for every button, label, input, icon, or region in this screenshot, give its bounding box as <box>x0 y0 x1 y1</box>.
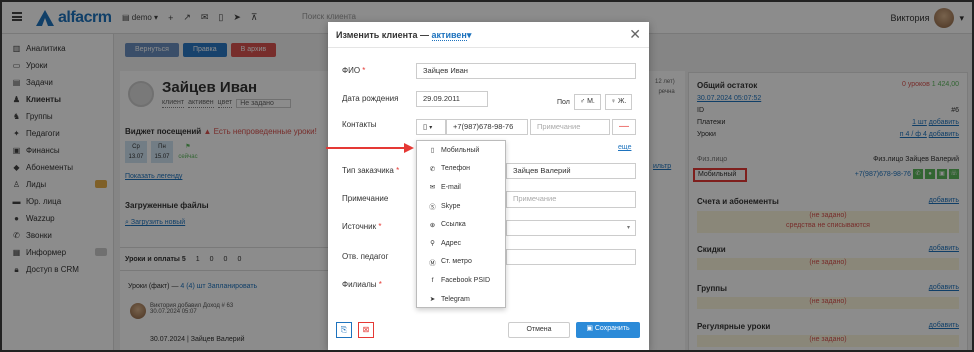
male-icon: ♂︎ <box>579 98 588 105</box>
dropdown-item-label: Ст. метро <box>441 258 472 266</box>
sex-male-button[interactable]: ♂︎ М. <box>573 94 601 110</box>
modal-title-text: Изменить клиента <box>336 30 418 40</box>
dropdown-item-label: Адрес <box>441 239 462 247</box>
mobile-icon: ▯ <box>423 122 428 131</box>
dropdown-item-label: Ссылка <box>441 221 466 229</box>
branches-label-text: Филиалы <box>342 280 377 289</box>
globe-icon: ⊕ <box>429 221 436 229</box>
remove-contact-button[interactable]: — <box>612 119 636 135</box>
chevron-down-icon: ▾ <box>626 225 630 231</box>
dropdown-item-email[interactable]: ✉ E-mail <box>417 178 505 197</box>
sex-label: Пол <box>557 98 570 106</box>
sex-female-button[interactable]: ♀︎ Ж. <box>604 94 633 110</box>
title-dash: — <box>420 30 430 40</box>
fio-input[interactable]: Зайцев Иван <box>416 63 636 79</box>
copy-icon[interactable]: ⎘ <box>336 322 352 338</box>
save-button[interactable]: ▣ Сохранить <box>576 322 640 338</box>
contact-type-dropdown: ▯ Мобильный ✆ Телефон ✉ E-mail Ⓢ Skype ⊕ Ссыл… <box>416 140 506 308</box>
cancel-button[interactable]: Отмена <box>508 322 570 338</box>
sex-female-label: Ж. <box>618 98 627 105</box>
fio-label: ФИО * <box>342 66 365 75</box>
close-icon[interactable]: ✕ <box>629 26 641 43</box>
dropdown-item-mobile[interactable]: ▯ Мобильный <box>417 141 505 160</box>
required-mark: * <box>378 222 382 231</box>
note-label: Примечание <box>342 194 389 203</box>
sex-male-label: М. <box>587 98 595 105</box>
annotation-arrow-head-icon <box>404 143 414 153</box>
type-label: Тип заказчика * <box>342 166 399 175</box>
customer-type-input[interactable]: Зайцев Валерий <box>506 163 636 179</box>
birth-label: Дата рождения <box>342 94 399 103</box>
source-label: Источник * <box>342 222 382 231</box>
dropdown-item-facebook[interactable]: f Facebook PSID <box>417 271 505 290</box>
dropdown-item-label: Телефон <box>441 165 471 173</box>
modal-title: Изменить клиента — активен▾ <box>336 30 471 41</box>
dropdown-item-telegram[interactable]: ➤ Telegram <box>417 290 505 309</box>
required-mark: * <box>396 166 400 175</box>
telegram-icon: ➤ <box>429 296 436 304</box>
type-label-text: Тип заказчика <box>342 166 394 175</box>
mobile-icon: ▯ <box>430 147 435 155</box>
chevron-down-icon: ▾ <box>466 30 472 40</box>
dropdown-item-label: Skype <box>441 202 461 210</box>
dropdown-item-label: E-mail <box>441 183 461 191</box>
mail-icon: ✉ <box>429 184 436 192</box>
save-icon: ▣ <box>586 325 595 332</box>
dropdown-item-phone[interactable]: ✆ Телефон <box>417 160 505 179</box>
annotation-arrow-line <box>326 147 406 149</box>
phone-input[interactable]: +7(987)678-98-76 <box>446 119 528 135</box>
teacher-select[interactable] <box>506 249 636 265</box>
dropdown-item-link[interactable]: ⊕ Ссылка <box>417 215 505 234</box>
source-label-text: Источник <box>342 222 377 231</box>
save-label: Сохранить <box>594 325 630 332</box>
dropdown-item-label: Telegram <box>441 295 470 303</box>
required-mark: * <box>362 66 366 75</box>
female-icon: ♀︎ <box>610 98 619 105</box>
required-mark: * <box>378 280 382 289</box>
note-textarea[interactable]: Примечание <box>506 191 636 208</box>
more-contacts-link[interactable]: еще <box>618 144 631 151</box>
status-select[interactable]: активен <box>431 30 467 41</box>
source-select[interactable]: ▾ <box>506 220 636 236</box>
contact-type-select[interactable]: ▯ ▾ <box>416 119 446 135</box>
delete-icon[interactable]: ⊠ <box>358 322 374 338</box>
dropdown-item-label: Facebook PSID <box>441 276 491 284</box>
metro-icon: Ⓜ <box>429 259 436 267</box>
fio-label-text: ФИО <box>342 66 361 75</box>
contacts-label: Контакты <box>342 120 377 129</box>
dropdown-item-label: Мобильный <box>441 146 480 154</box>
app-frame: alfacrm ▤ demo ▾ + ↗ ✉ ▯ ➤ ⊼ Поиск клиен… <box>0 0 974 352</box>
birth-date-input[interactable]: 29.09.2011 <box>416 91 488 107</box>
dropdown-item-address[interactable]: ⚲ Адрес <box>417 234 505 253</box>
skype-icon: Ⓢ <box>429 204 436 212</box>
map-pin-icon: ⚲ <box>430 240 435 248</box>
contact-note-input[interactable]: Примечание <box>530 119 610 135</box>
chevron-down-icon: ▾ <box>429 125 433 131</box>
sex-selector: Пол ♂︎ М. ♀︎ Ж. <box>557 94 633 110</box>
branches-label: Филиалы * <box>342 280 382 289</box>
teacher-label: Отв. педагог <box>342 252 389 261</box>
dropdown-item-metro[interactable]: Ⓜ Ст. метро <box>417 253 505 272</box>
dropdown-item-skype[interactable]: Ⓢ Skype <box>417 197 505 216</box>
phone-icon: ✆ <box>429 165 436 173</box>
facebook-icon: f <box>431 276 434 284</box>
modal-header: Изменить клиента — активен▾ ✕ <box>328 22 649 48</box>
